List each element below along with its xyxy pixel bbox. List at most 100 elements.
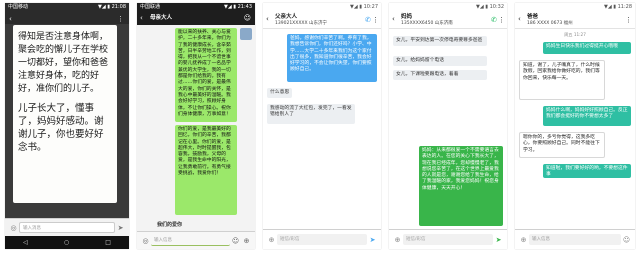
message-bubble-incoming: 知道，谢了，儿子嘴真了，什么时候放假，回家我给你做好吃的，我们等你回来，快乐每一… [519,60,605,100]
plus-icon[interactable]: ⊕ [241,236,252,246]
phone-screen-4: ▼◢ ▮ 10:32 ‹ 妈妈 135XXXX6450 山东济南 ✆ ⋮ 女儿，… [389,3,507,249]
message-text: 妈妈：从来都很爱一个不需要语言去表达的人。在您的关心下我长大了，现在我已经成年，… [422,148,499,191]
chat-header: ‹ 妈妈 135XXXX6450 山东济南 ✆ ⋮ [389,12,507,29]
message-text: 爸妈，感谢你们辛苦了啊。养育了我，我想告诉你们，你们还好吗？小学、中学……大学二… [290,36,372,73]
avatar [240,28,252,40]
contact-number: 139021XXXXX 山东济宁 [275,21,328,26]
nav-recents-icon[interactable]: □ [105,239,111,246]
message-text: 女儿，给妈妈留个电话 [396,58,444,63]
emoji-icon[interactable]: ☺ [621,235,632,245]
contact-number: 135XXXX6450 山东济南 [401,21,453,26]
input-bar: ◎ 输入信息 ☺ ⊕ [137,231,255,249]
message-input[interactable]: 输入信息 [151,235,230,246]
message-text: 知道啦，我们要好好的哟，不要想这件事 [546,166,628,178]
screenshot-strip: 中国移动 ▼◢ ▮ 21:08 ‹ ⋮ 得知是否注意身体啊，聚会吃的懈儿子在学校… [5,3,635,251]
message-text: 能以来的扶养、关心与爱护，二十多年来，你们为了我的健康成长，含辛茹苦，日半辛劳地… [178,30,231,117]
chat-header: ‹ 父亲大人 139021XXXXX 山东济宁 ✆ ⋮ [263,12,381,29]
phone-call-icon[interactable]: ✆ [365,16,371,24]
message-bubble-outgoing: 你们的爱，是我最美好的回忆，你们的辛苦，我都记在心里。你们的爱，是超伟大，时时提… [175,125,237,215]
message-bubble-outgoing: 妈妈：从来都很爱一个不需要语言去表达的人。在您的关心下我长大了，现在我已经成年，… [419,146,503,226]
message-bubble-outgoing: 能以来的扶养、关心与爱护，二十多年来，你们为了我的健康成长，含辛茹苦，日半辛劳地… [175,28,237,122]
more-icon[interactable]: ⋮ [498,16,505,24]
message-bubble-incoming: 女儿，给妈妈留个电话 [393,56,487,67]
message-bubble-incoming: 女儿，平安到达第一次停电奇要尊多爸爸 [393,36,487,47]
status-bar: ▼◢ ▮ 10:32 [389,3,507,12]
message-bubble-incoming: 女儿，下课啦要跟电话，着着 [393,70,487,81]
phone-screen-5: ▼◢ ▮ 11:28 ‹ 爸爸 186 XXXX 0673 福州 ⋮ 周五 11… [515,3,635,249]
message-text: 你们的爱，是我最美好的回忆，你们的辛苦，我都记在心里。你们的爱，是超伟大，时时提… [178,127,231,177]
message-list: 爸妈，感谢你们辛苦了啊。养育了我，我想告诉你们，你们还好吗？小学、中学……大学二… [263,30,381,229]
send-icon[interactable]: ➤ [493,235,504,245]
handwritten-text-2: 儿子长大了，懂事了，妈妈好感动。谢谢儿子，你也要好好念书。 [18,103,104,153]
message-text: 妈妈什么啊，妈妈好好照顾自己。反正我们都会挺好的你不要想太多了 [546,108,628,120]
back-icon[interactable]: ‹ [518,15,521,23]
send-icon[interactable]: ➤ [367,235,378,245]
message-bubble-outgoing: 爸妈，感谢你们辛苦了啊。养育了我，我想告诉你们，你们还好吗？小学、中学……大学二… [287,34,377,82]
input-bar: ⊕ 输入信息 ☺ [515,229,635,249]
message-input[interactable]: 输入信息 [529,234,621,245]
message-input[interactable]: 短信/彩信 [403,234,493,245]
message-text: 嗯你你的，多亏你觉得，这我多吃心，你要照顾好自己。同时不能往下学习。 [523,135,600,153]
nav-back-icon[interactable]: ◁ [23,239,28,246]
phone-screen-2: 中国联通 ▼◢ ▮ 21:43 ‹ 母亲大人 ☺ 能以来的扶养、关心与爱护，二十… [137,3,255,249]
chat-header: ‹ ⋮ [5,12,129,24]
timestamp: 周五 11:27 [564,32,586,37]
contact-name: 爸爸 [527,14,539,20]
message-bubble-outgoing: 知道啦，我们要好好的哟，不要想这件事 [543,164,631,178]
message-bubble-incoming: 嗯你你的，多亏你觉得，这我多吃心，你要照顾好自己。同时不能往下学习。 [519,132,605,158]
message-bubble-outgoing: 妈妈什么啊，妈妈好好照顾自己。反正我们都会挺好的你不要想太多了 [543,106,631,126]
contact-name: 父亲大人 [275,14,298,20]
system-nav-bar: ◁ ○ □ [5,236,129,249]
status-bar: 中国联通 ▼◢ ▮ 21:43 [137,3,255,12]
plus-icon[interactable]: ⊕ [392,235,403,245]
contact-name: 妈妈 [401,14,413,20]
message-text: 女儿，平安到达第一次停电奇要尊多爸爸 [396,38,483,43]
carrier-label: 中国联通 [140,4,161,10]
message-text: 我感动的流了大红包，发完了，一看发错给别人了 [270,106,352,118]
contact-name: 母亲大人 [150,15,173,21]
message-bubble-incoming: 什么意思 [267,88,293,99]
status-bar: 中国移动 ▼◢ ▮ 21:08 [5,3,129,12]
phone-call-icon[interactable]: ✆ [491,16,497,24]
phone-screen-1: 中国移动 ▼◢ ▮ 21:08 ‹ ⋮ 得知是否注意身体啊，聚会吃的懈儿子在学校… [5,3,129,249]
back-icon[interactable]: ‹ [9,15,12,23]
back-icon[interactable]: ‹ [140,14,143,22]
message-list: 能以来的扶养、关心与爱护，二十多年来，你们为了我的健康成长，含辛茹苦，日半辛劳地… [137,25,255,231]
plus-icon[interactable]: ⊕ [518,235,529,245]
more-icon[interactable]: ⋮ [372,16,379,24]
back-icon[interactable]: ‹ [266,15,269,23]
message-text: 什么意思 [270,90,290,95]
message-input[interactable]: 短信/彩信 [277,234,367,245]
profile-icon[interactable]: ☺ [244,14,251,22]
input-bar: ⊕ 短信/彩信 ➤ [389,229,507,249]
carrier-label: 中国移动 [8,4,29,10]
nav-home-icon[interactable]: ○ [64,239,69,246]
message-bubble-outgoing: 妈妈生日快乐我们过得挺开心哦哦 [543,42,631,54]
message-bubble-incoming: 我感动的流了大红包，发完了，一看发错给别人了 [267,104,355,124]
message-text: 妈妈生日快乐我们过得挺开心哦哦 [546,44,618,49]
menu-icon[interactable]: ⋮ [117,15,124,23]
message-list: 女儿，平安到达第一次停电奇要尊多爸爸 女儿，给妈妈留个电话 女儿，下课啦要跟电话… [389,30,507,229]
status-indicators: ▼◢ ▮ 21:08 [97,4,126,10]
back-icon[interactable]: ‹ [392,15,395,23]
message-list: 周五 11:27 妈妈生日快乐我们过得挺开心哦哦 知道，谢了，儿子嘴真了，什么时… [515,30,635,229]
status-bar: ▼◢ ▮ 10:27 [263,3,381,12]
chat-header: ‹ 母亲大人 ☺ [137,12,255,25]
input-bar: ◎ 输入消息 ➤ [5,218,129,236]
status-indicators: ▼◢ ▮ 11:28 [603,4,632,10]
plus-icon[interactable]: ⊕ [266,235,277,245]
chat-footer-title: 我们的爱你 [157,222,183,228]
phone-screen-3: ▼◢ ▮ 10:27 ‹ 父亲大人 139021XXXXX 山东济宁 ✆ ⋮ 爸… [263,3,381,249]
more-icon[interactable]: ⋮ [625,16,632,24]
voice-icon[interactable]: ◎ [8,223,19,233]
handwritten-text-1: 得知是否注意身体啊，聚会吃的懈儿子在学校一切都好，望你和爸爸注意好身体，吃的好好… [18,32,109,94]
send-icon[interactable]: ➤ [115,223,126,233]
contact-number: 186 XXXX 0673 福州 [527,21,573,26]
message-input[interactable]: 输入消息 [19,222,115,233]
input-bar: ⊕ 短信/彩信 ➤ [263,229,381,249]
voice-icon[interactable]: ◎ [140,236,151,246]
message-text: 女儿，下课啦要跟电话，着着 [396,72,459,77]
message-text: 知道，谢了，儿子嘴真了，什么时候放假，回家我给你做好吃的，我们等你回来，快乐每一… [523,63,600,81]
handwritten-note-image: 得知是否注意身体啊，聚会吃的懈儿子在学校一切都好，望你和爸爸注意好身体，吃的好好… [13,25,117,203]
emoji-icon[interactable]: ☺ [230,236,241,246]
